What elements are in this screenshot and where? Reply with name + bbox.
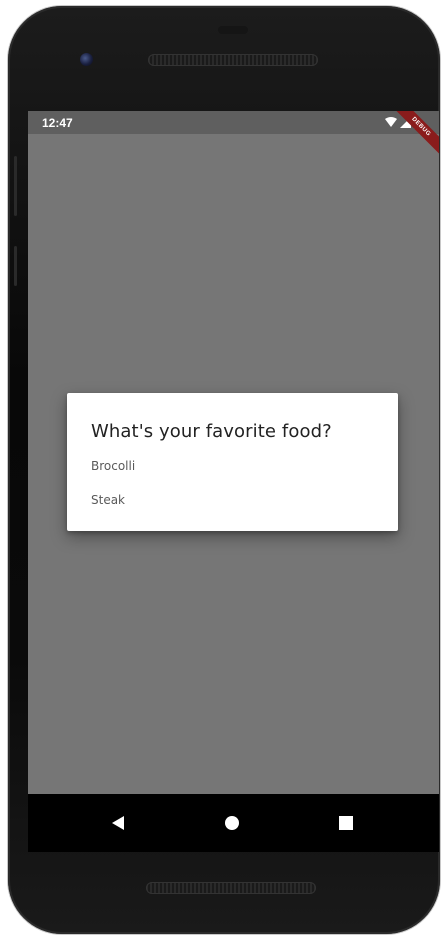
dialog-option-brocolli[interactable]: Brocolli — [91, 459, 135, 473]
back-button[interactable] — [103, 808, 133, 838]
back-triangle-icon — [112, 816, 124, 830]
status-time: 12:47 — [42, 116, 73, 130]
recents-button[interactable] — [331, 808, 361, 838]
top-speaker-grille — [148, 54, 318, 66]
status-bar: 12:47 DEBUG — [28, 111, 439, 160]
recents-square-icon — [339, 816, 353, 830]
dialog-option-steak[interactable]: Steak — [91, 493, 125, 507]
power-button — [14, 246, 17, 286]
bottom-speaker-grille — [146, 882, 316, 894]
front-camera-icon — [80, 53, 93, 66]
dialog-title: What's your favorite food? — [91, 421, 332, 442]
home-button[interactable] — [217, 808, 247, 838]
navigation-bar — [28, 794, 439, 852]
wifi-icon — [385, 117, 397, 127]
screen: 12:47 DEBUG What's your favorite food? B… — [28, 111, 439, 852]
simple-dialog: What's your favorite food? Brocolli Stea… — [67, 393, 398, 531]
volume-button — [14, 156, 17, 216]
home-circle-icon — [225, 816, 239, 830]
earpiece — [218, 26, 248, 34]
